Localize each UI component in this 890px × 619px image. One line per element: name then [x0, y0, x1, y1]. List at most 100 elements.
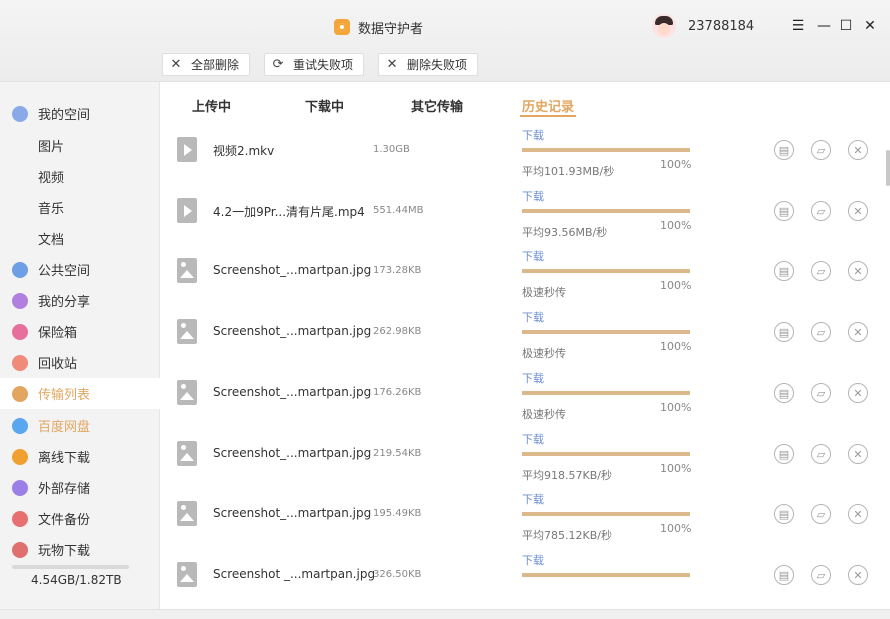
sidebar-item-public-space[interactable]: 公共空间	[0, 254, 160, 285]
file-name: Screenshot _...martpan.jpg	[213, 567, 376, 581]
transfer-speed: 平均785.12KB/秒	[522, 529, 612, 542]
user-info[interactable]: 23788184	[652, 14, 754, 38]
close-icon[interactable]: ✕	[858, 14, 882, 38]
tab-other-transfers[interactable]: 其它传输	[411, 96, 463, 115]
open-file-icon: ▤	[778, 325, 790, 339]
maximize-icon[interactable]: ☐	[834, 14, 858, 38]
open-file-button[interactable]: ▤	[774, 383, 794, 403]
tab-uploading[interactable]: 上传中	[192, 96, 231, 115]
transfer-row[interactable]: 视频2.mkv 1.30GB 下载 100% 平均101.93MB/秒 ▤ ▱ ✕	[160, 120, 886, 181]
open-folder-button[interactable]: ▱	[811, 201, 831, 221]
file-size: 173.28KB	[373, 265, 422, 276]
open-folder-button[interactable]: ▱	[811, 383, 831, 403]
file-size: 219.54KB	[373, 448, 422, 459]
open-folder-button[interactable]: ▱	[811, 444, 831, 464]
tab-downloading[interactable]: 下载中	[305, 96, 344, 115]
progress-bar-fill	[522, 512, 690, 516]
sidebar-item-external-storage[interactable]: 外部存储	[0, 472, 160, 503]
open-file-button[interactable]: ▤	[774, 565, 794, 585]
sidebar-item-recycle-bin[interactable]: 回收站	[0, 347, 160, 378]
open-folder-button[interactable]: ▱	[811, 565, 831, 585]
remove-record-icon: ✕	[853, 568, 863, 582]
sidebar-item-documents[interactable]: 文档	[0, 223, 160, 254]
remove-record-button[interactable]: ✕	[848, 201, 868, 221]
delete-failed-button[interactable]: ✕ 删除失败项	[378, 53, 479, 76]
remove-record-button[interactable]: ✕	[848, 261, 868, 281]
open-file-button[interactable]: ▤	[774, 444, 794, 464]
remove-record-button[interactable]: ✕	[848, 504, 868, 524]
open-file-icon: ▤	[778, 386, 790, 400]
transfer-row[interactable]: Screenshot_...martpan.jpg 219.54KB 下载 100% 平…	[160, 424, 886, 485]
open-folder-button[interactable]: ▱	[811, 322, 831, 342]
sidebar-item-label: 文件备份	[38, 513, 91, 528]
progress-bar	[522, 148, 690, 152]
open-file-button[interactable]: ▤	[774, 322, 794, 342]
transfer-row[interactable]: Screenshot_...martpan.jpg 173.28KB 下载 100% 极…	[160, 241, 886, 302]
open-folder-icon: ▱	[816, 386, 826, 400]
transfer-status: 下载	[522, 311, 544, 324]
title-bar: 数据守护者 23788184 ☰ — ☐ ✕ ✕ 全部删除 ⟳ 重试失败项 ✕ …	[0, 0, 890, 82]
open-folder-button[interactable]: ▱	[811, 504, 831, 524]
sidebar-item-label: 图片	[38, 140, 65, 155]
progress-percent: 100%	[660, 219, 692, 232]
sidebar-item-transfer-list[interactable]: 传输列表	[0, 378, 160, 409]
sidebar-item-label: 公共空间	[38, 264, 91, 279]
remove-record-button[interactable]: ✕	[848, 565, 868, 585]
sidebar-item-wanwu-download[interactable]: 玩物下载	[0, 534, 160, 565]
remove-record-button[interactable]: ✕	[848, 383, 868, 403]
menu-icon[interactable]: ☰	[786, 14, 810, 38]
sidebar-item-music[interactable]: 音乐	[0, 192, 160, 223]
transfer-speed: 平均93.56MB/秒	[522, 226, 608, 239]
open-folder-button[interactable]: ▱	[811, 261, 831, 281]
progress-bar	[522, 512, 690, 516]
remove-record-button[interactable]: ✕	[848, 140, 868, 160]
open-file-button[interactable]: ▤	[774, 504, 794, 524]
sidebar-item-my-share[interactable]: 我的分享	[0, 285, 160, 316]
minimize-icon[interactable]: —	[812, 14, 836, 38]
transfer-row[interactable]: Screenshot_...martpan.jpg 176.26KB 下载 100% 极…	[160, 363, 886, 424]
tab-history[interactable]: 历史记录	[522, 96, 574, 115]
sidebar-item-my-space[interactable]: 我的空间	[0, 98, 160, 129]
sidebar-item-file-backup[interactable]: 文件备份	[0, 503, 160, 534]
baidu-icon	[12, 417, 28, 434]
file-name: Screenshot_...martpan.jpg	[213, 385, 372, 399]
transfer-row[interactable]: Screenshot_...martpan.jpg 195.49KB 下载 100% 平…	[160, 484, 886, 545]
open-file-button[interactable]: ▤	[774, 140, 794, 160]
remove-record-button[interactable]: ✕	[848, 322, 868, 342]
progress-percent: 100%	[660, 462, 692, 475]
remove-record-button[interactable]: ✕	[848, 444, 868, 464]
progress-bar	[522, 330, 690, 334]
transfer-tabs: 上传中 下载中 其它传输 历史记录	[160, 82, 890, 120]
external-storage-icon	[12, 479, 28, 496]
transfer-row[interactable]: 4.2一加9Pr...清有片尾.mp4 551.44MB 下载 100% 平均93.56…	[160, 181, 886, 242]
delete-all-button[interactable]: ✕ 全部删除	[162, 53, 251, 76]
sidebar-item-offline-download[interactable]: 离线下载	[0, 441, 160, 472]
open-file-button[interactable]: ▤	[774, 201, 794, 221]
avatar[interactable]	[652, 14, 676, 38]
sidebar-item-pictures[interactable]: 图片	[0, 130, 160, 161]
my-space-icon	[12, 105, 28, 122]
remove-record-icon: ✕	[853, 386, 863, 400]
sidebar-item-videos[interactable]: 视频	[0, 161, 160, 192]
transfer-row[interactable]: Screenshot _...martpan.jpg 326.50KB 下载 ▤ ▱ ✕	[160, 545, 886, 606]
active-tab-indicator	[520, 115, 576, 117]
toolbar: ✕ 全部删除 ⟳ 重试失败项 ✕ 删除失败项	[162, 53, 479, 76]
open-file-icon: ▤	[778, 507, 790, 521]
file-size: 551.44MB	[373, 205, 424, 216]
username: 23788184	[688, 18, 755, 34]
open-file-button[interactable]: ▤	[774, 261, 794, 281]
remove-record-icon: ✕	[853, 143, 863, 157]
scrollbar[interactable]	[886, 150, 890, 186]
open-folder-button[interactable]: ▱	[811, 140, 831, 160]
open-file-icon: ▤	[778, 568, 790, 582]
sidebar-item-safe[interactable]: 保险箱	[0, 316, 160, 347]
file-size: 326.50KB	[373, 569, 422, 580]
retry-failed-button[interactable]: ⟳ 重试失败项	[264, 53, 365, 76]
transfer-row[interactable]: Screenshot_...martpan.jpg 262.98KB 下载 100% 极…	[160, 302, 886, 363]
image-file-icon	[177, 441, 197, 466]
image-file-icon	[177, 258, 197, 283]
sidebar-item-baidu-pan[interactable]: 百度网盘	[0, 410, 160, 441]
refresh-icon: ⟳	[272, 57, 284, 72]
share-icon	[12, 292, 28, 309]
progress-percent: 100%	[660, 279, 692, 292]
